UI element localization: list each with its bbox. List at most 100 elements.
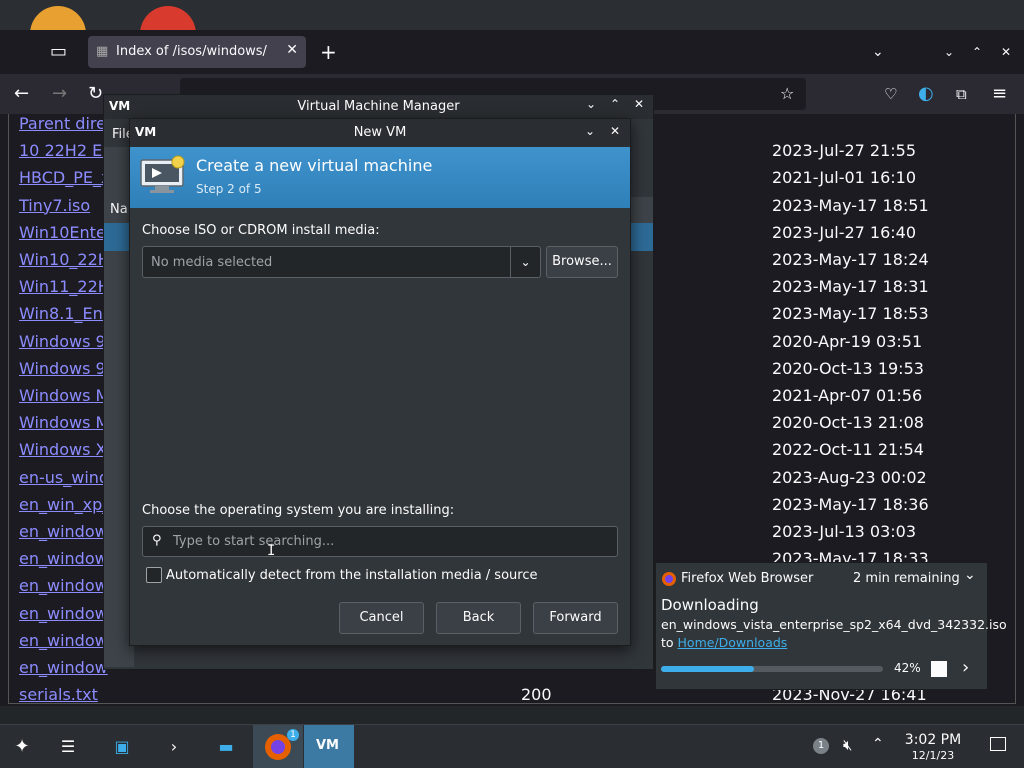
- tab-index-isos[interactable]: ▦ Index of /isos/windows/ ✕: [88, 36, 306, 68]
- file-link[interactable]: en_window: [19, 576, 108, 595]
- file-manager-icon[interactable]: ▬: [210, 731, 242, 763]
- download-heading: Downloading: [661, 596, 759, 614]
- media-label: Choose ISO or CDROM install media:: [142, 223, 380, 238]
- tray-expand-icon[interactable]: ⌃: [872, 736, 884, 752]
- file-date: 2022-Oct-11 21:54: [772, 440, 924, 460]
- download-app-name: Firefox Web Browser: [681, 571, 814, 586]
- vmm-column-name[interactable]: Na: [110, 202, 128, 217]
- file-link[interactable]: Windows M: [19, 413, 109, 432]
- file-date: 2021-Jul-01 16:10: [772, 168, 917, 188]
- new-vm-title: New VM: [353, 125, 407, 140]
- chevron-down-icon[interactable]: ⌄: [964, 567, 976, 583]
- terminal-icon[interactable]: ›: [158, 731, 190, 763]
- file-link[interactable]: en_window: [19, 604, 108, 623]
- file-size: 200: [521, 685, 552, 705]
- taskbar-vmm[interactable]: VM: [304, 725, 354, 768]
- file-link[interactable]: Win10_22H: [19, 250, 110, 269]
- file-date: 2023-Jul-13 03:03: [772, 522, 917, 541]
- file-link[interactable]: Parent dire: [19, 114, 106, 133]
- file-date: 2020-Apr-19 03:51: [772, 331, 923, 351]
- file-date: 2023-May-17 18:36: [772, 494, 929, 514]
- show-desktop-icon[interactable]: [990, 737, 1006, 751]
- settings-icon[interactable]: ☰: [52, 731, 84, 763]
- chevron-down-icon[interactable]: ⌄: [510, 247, 540, 277]
- vmm-titlebar: VM Virtual Machine Manager ⌄ ⌃ ✕: [104, 95, 653, 119]
- new-vm-minimize-icon[interactable]: ⌄: [585, 124, 595, 138]
- file-link[interactable]: Windows 98: [19, 359, 116, 378]
- download-progress-bar: [661, 666, 883, 672]
- back-icon[interactable]: ←: [14, 84, 29, 104]
- pocket-icon[interactable]: ♡: [884, 84, 897, 104]
- file-link[interactable]: Tiny7.iso: [19, 196, 90, 215]
- taskbar: ✦ ☰ ▣ › ▬ 1 VM 1 🔇︎ ⌃ 3:02 PM 12/1/23: [0, 724, 1024, 768]
- vmm-minimize-icon[interactable]: ⌄: [586, 97, 596, 111]
- file-link[interactable]: en_window: [19, 549, 108, 568]
- taskbar-firefox[interactable]: 1: [253, 725, 303, 768]
- chevron-right-icon[interactable]: ›: [962, 657, 969, 678]
- download-progress-fill: [661, 666, 755, 672]
- file-link[interactable]: en_window: [19, 522, 108, 541]
- file-link[interactable]: en_win_xp_: [19, 495, 110, 514]
- file-link[interactable]: HBCD_PE_x: [19, 168, 110, 187]
- forward-button[interactable]: Forward: [533, 602, 618, 634]
- bookmark-star-icon[interactable]: ☆: [780, 84, 794, 104]
- file-link[interactable]: Windows XI: [19, 440, 111, 459]
- vmm-maximize-icon[interactable]: ⌃: [610, 97, 620, 111]
- auto-detect-checkbox[interactable]: [146, 567, 162, 583]
- os-search-placeholder: Type to start searching...: [173, 534, 335, 549]
- file-link[interactable]: en_window: [19, 658, 108, 677]
- text-cursor-icon: I: [267, 543, 276, 559]
- file-link[interactable]: en-us_wind: [19, 468, 109, 487]
- tab-title: Index of /isos/windows/: [116, 44, 267, 59]
- tab-close-icon[interactable]: ✕: [286, 42, 298, 58]
- new-vm-monitor-icon: [140, 155, 185, 193]
- wizard-title: Create a new virtual machine: [196, 156, 433, 175]
- back-button[interactable]: Back: [436, 602, 521, 634]
- file-date: 2023-Aug-23 00:02: [772, 467, 927, 487]
- file-link[interactable]: en_window: [19, 631, 108, 650]
- file-link[interactable]: Win8.1_Eng: [19, 304, 113, 323]
- clock-date[interactable]: 12/1/23: [898, 749, 968, 762]
- os-label: Choose the operating system you are inst…: [142, 503, 455, 518]
- stop-icon[interactable]: [931, 661, 947, 677]
- forward-icon[interactable]: →: [52, 84, 67, 104]
- file-link[interactable]: Win10Ente: [19, 223, 106, 242]
- window-minimize-icon[interactable]: ⌄: [944, 42, 954, 62]
- tab-overview-icon[interactable]: ▭: [50, 42, 67, 62]
- new-vm-dialog: VM New VM ⌄ ✕ Create a new virtual machi…: [129, 118, 631, 646]
- desktop-app-icon[interactable]: [30, 6, 86, 30]
- page-favicon-icon: ▦: [96, 44, 109, 59]
- chrome-icon[interactable]: [140, 6, 196, 30]
- cancel-button[interactable]: Cancel: [339, 602, 424, 634]
- download-percent: 42%: [894, 661, 921, 675]
- extensions-icon[interactable]: ⧉: [956, 84, 967, 104]
- file-link[interactable]: Win11_22H: [19, 277, 110, 296]
- new-tab-button[interactable]: +: [320, 42, 337, 62]
- app-menu-icon[interactable]: ≡: [992, 84, 1007, 104]
- firefox-icon: [662, 572, 676, 586]
- tray-updates-icon[interactable]: 1: [813, 738, 829, 754]
- file-link[interactable]: Windows M: [19, 386, 109, 405]
- file-link[interactable]: Windows 98: [19, 332, 116, 351]
- clock-time[interactable]: 3:02 PM: [898, 732, 968, 748]
- auto-detect-label[interactable]: Automatically detect from the installati…: [166, 568, 537, 583]
- file-link[interactable]: serials.txt: [19, 685, 98, 704]
- app-launcher-icon[interactable]: ✦: [6, 731, 38, 763]
- window-maximize-icon[interactable]: ⌃: [972, 42, 982, 62]
- window-close-icon[interactable]: ✕: [1001, 42, 1011, 62]
- new-vm-close-icon[interactable]: ✕: [610, 124, 620, 138]
- list-tabs-icon[interactable]: ⌄: [872, 42, 884, 62]
- file-date: 2020-Oct-13 21:08: [772, 413, 924, 433]
- reload-icon[interactable]: ↻: [88, 84, 103, 104]
- file-date: 2023-May-17 18:24: [772, 250, 929, 269]
- browse-button[interactable]: Browse...: [546, 246, 618, 278]
- media-combo[interactable]: No media selected ⌄: [142, 246, 541, 278]
- vmm-title: Virtual Machine Manager: [297, 99, 460, 114]
- discover-store-icon[interactable]: ▣: [106, 731, 138, 763]
- download-destination-link[interactable]: Home/Downloads: [678, 635, 788, 650]
- os-search-input[interactable]: ⚲ Type to start searching...: [142, 526, 618, 557]
- vmm-close-icon[interactable]: ✕: [634, 97, 644, 111]
- account-icon[interactable]: ◐: [918, 84, 934, 104]
- file-link[interactable]: 10 22H2 En: [19, 141, 112, 160]
- volume-muted-icon[interactable]: 🔇︎: [843, 736, 852, 754]
